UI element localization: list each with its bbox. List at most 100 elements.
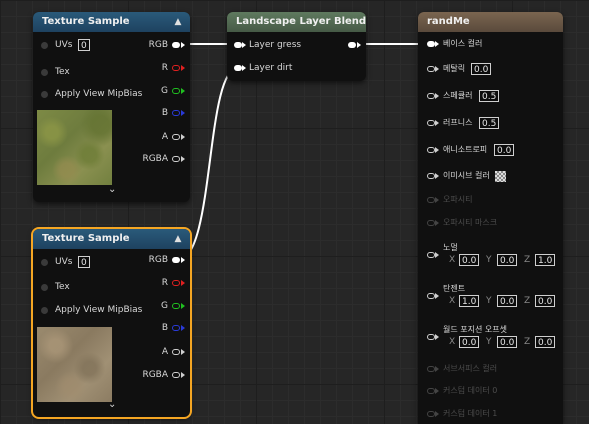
metallic-pin-icon[interactable] [427, 66, 435, 72]
opacity-label: 오파시티 [443, 195, 473, 204]
collapse-icon[interactable]: ▲ [172, 233, 184, 245]
pin-arrow-icon [181, 349, 185, 355]
metallic-value-field[interactable]: 0.0 [471, 63, 492, 75]
a-output-row[interactable]: A [122, 130, 185, 144]
layer-gress-label: Layer gress [249, 40, 302, 50]
specular-pin-icon[interactable] [427, 93, 435, 99]
b-pin-icon[interactable] [172, 110, 180, 116]
node-title[interactable]: randMe [418, 12, 563, 32]
blend-output-row[interactable] [338, 38, 361, 52]
subsurface-pin-icon [427, 366, 435, 372]
collapse-icon[interactable]: ▲ [172, 16, 184, 28]
rgba-output-row[interactable]: RGBA [122, 368, 185, 382]
subsurface-label: 서브서피스 컬러 [443, 364, 498, 373]
output-pin-icon[interactable] [348, 42, 356, 48]
rgba-label: RGBA [142, 154, 168, 164]
opacity-mask-pin-icon [427, 220, 435, 226]
rgba-output-row[interactable]: RGBA [122, 152, 185, 166]
a-output-row[interactable]: A [122, 345, 185, 359]
g-pin-icon[interactable] [172, 303, 180, 309]
r-pin-icon[interactable] [172, 65, 180, 71]
pin-arrow-icon [181, 156, 185, 162]
b-label: B [161, 108, 168, 118]
base-color-pin-icon[interactable] [427, 41, 435, 47]
wpo-z-field[interactable]: 0.0 [535, 336, 556, 348]
tangent-z-field[interactable]: 0.0 [535, 295, 556, 307]
pin-arrow-icon [181, 303, 185, 309]
specular-value-field[interactable]: 0.5 [479, 90, 500, 102]
wpo-x-field[interactable]: 0.0 [459, 336, 480, 348]
roughness-label: 러프니스 [443, 118, 473, 127]
pin-arrow-icon [435, 197, 439, 203]
wpo-y-field[interactable]: 0.0 [497, 336, 518, 348]
layer-gress-pin-icon[interactable] [234, 42, 242, 48]
pin-arrow-icon [181, 88, 185, 94]
chevron-down-icon[interactable]: ⌄ [108, 399, 116, 410]
tangent-y-field[interactable]: 0.0 [497, 295, 518, 307]
b-output-row[interactable]: B [122, 321, 185, 335]
anisotropy-label: 애니소트로피 [443, 145, 488, 154]
normal-z-field[interactable]: 1.0 [535, 254, 556, 266]
rgb-pin-icon[interactable] [172, 257, 180, 263]
uvs-value-field[interactable]: 0 [78, 39, 90, 51]
wpo-pin-icon[interactable] [427, 334, 435, 340]
color-swatch-icon[interactable] [495, 171, 506, 182]
chevron-down-icon[interactable]: ⌄ [108, 184, 116, 195]
texture-preview-dirt [37, 327, 112, 402]
custom-data-1-label: 커스텀 데이터 1 [443, 409, 498, 418]
tangent-pin-icon[interactable] [427, 293, 435, 299]
a-pin-icon[interactable] [172, 134, 180, 140]
pin-circle-icon[interactable] [41, 307, 48, 314]
y-label: Y [486, 296, 492, 306]
b-output-row[interactable]: B [122, 106, 185, 120]
node-title[interactable]: Texture Sample [33, 229, 190, 249]
layer-dirt-pin-icon[interactable] [234, 65, 242, 71]
pin-arrow-icon [242, 65, 246, 71]
rgb-output-row[interactable]: RGB [122, 253, 185, 267]
texture-sample-node-2[interactable]: Texture Sample ▲ UVs 0 Tex Apply View Mi… [33, 229, 190, 417]
anisotropy-value-field[interactable]: 0.0 [494, 144, 515, 156]
g-output-row[interactable]: G [122, 299, 185, 313]
node-title[interactable]: Texture Sample [33, 12, 190, 32]
pin-arrow-icon [435, 293, 439, 299]
rgba-pin-icon[interactable] [172, 156, 180, 162]
rgba-pin-icon[interactable] [172, 372, 180, 378]
g-pin-icon[interactable] [172, 88, 180, 94]
g-label: G [161, 86, 168, 96]
normal-y-field[interactable]: 0.0 [497, 254, 518, 266]
material-result-node[interactable]: randMe 베이스 컬러 메탈릭 0.0 스페큘러 0.5 러프니스 0.5 … [418, 12, 563, 424]
x-label: X [449, 337, 456, 347]
g-output-row[interactable]: G [122, 84, 185, 98]
a-pin-icon[interactable] [172, 349, 180, 355]
tangent-x-field[interactable]: 1.0 [459, 295, 480, 307]
r-pin-icon[interactable] [172, 280, 180, 286]
landscape-layer-blend-node[interactable]: Landscape Layer Blend Layer gress Layer … [227, 12, 366, 81]
anisotropy-pin-icon[interactable] [427, 147, 435, 153]
rgb-output-row[interactable]: RGB [122, 38, 185, 52]
pin-circle-icon[interactable] [41, 69, 48, 76]
normal-pin-icon[interactable] [427, 252, 435, 258]
rgb-pin-icon[interactable] [172, 42, 180, 48]
pin-circle-icon[interactable] [41, 91, 48, 98]
pin-arrow-icon [181, 257, 185, 263]
x-label: X [449, 296, 456, 306]
pin-circle-icon[interactable] [41, 284, 48, 291]
pin-arrow-icon [435, 366, 439, 372]
r-output-row[interactable]: R [122, 276, 185, 290]
roughness-pin-icon[interactable] [427, 120, 435, 126]
custom-data-0-label: 커스텀 데이터 0 [443, 386, 498, 395]
node-title[interactable]: Landscape Layer Blend [227, 12, 366, 32]
emissive-pin-icon[interactable] [427, 173, 435, 179]
base-color-label: 베이스 컬러 [443, 39, 483, 48]
pin-arrow-icon [435, 173, 439, 179]
texture-sample-node-1[interactable]: Texture Sample ▲ UVs 0 Tex Apply View Mi… [33, 12, 190, 202]
pin-circle-icon[interactable] [41, 259, 48, 266]
pin-circle-icon[interactable] [41, 42, 48, 49]
pin-arrow-icon [435, 411, 439, 417]
roughness-value-field[interactable]: 0.5 [479, 117, 500, 129]
pin-arrow-icon [435, 41, 439, 47]
r-output-row[interactable]: R [122, 61, 185, 75]
b-pin-icon[interactable] [172, 325, 180, 331]
uvs-value-field[interactable]: 0 [78, 256, 90, 268]
normal-x-field[interactable]: 0.0 [459, 254, 480, 266]
